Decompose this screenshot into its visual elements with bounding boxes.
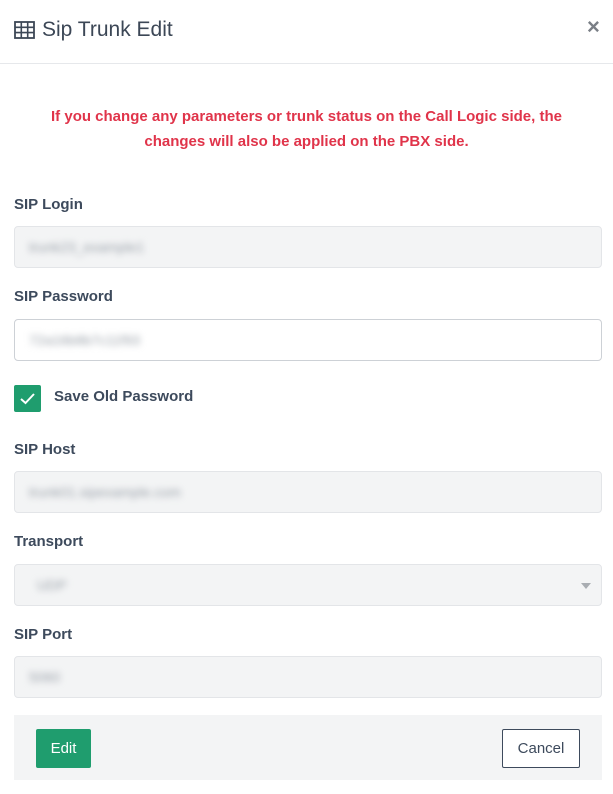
sip-port-value: 5060 <box>29 669 61 685</box>
save-old-password-label: Save Old Password <box>54 388 194 405</box>
warning-line-1: If you change any parameters or trunk st… <box>51 108 562 125</box>
sip-password-value: 72a16b8b7c11f93 <box>29 332 141 348</box>
sip-login-field: trunk23_example1 <box>14 226 602 268</box>
cancel-button[interactable]: Cancel <box>502 729 580 768</box>
sip-host-value: trunk01.sipexample.com <box>29 484 181 500</box>
warning-line-2: changes will also be applied on the PBX … <box>144 133 469 150</box>
sip-password-field[interactable]: 72a16b8b7c11f93 <box>14 319 602 361</box>
sip-port-field: 5060 <box>14 656 602 698</box>
sip-login-value: trunk23_example1 <box>29 239 145 255</box>
checkmark-icon <box>20 393 35 405</box>
modal-title: Sip Trunk Edit <box>42 18 173 41</box>
save-old-password-checkbox[interactable] <box>14 385 41 412</box>
transport-value: UDP <box>37 577 67 593</box>
transport-select: UDP <box>14 564 602 606</box>
transport-label: Transport <box>14 533 84 550</box>
close-icon[interactable]: × <box>587 16 600 38</box>
sip-host-label: SIP Host <box>14 441 76 458</box>
sip-host-field: trunk01.sipexample.com <box>14 471 602 513</box>
modal-header: Sip Trunk Edit × <box>0 0 613 64</box>
warning-message: If you change any parameters or trunk st… <box>20 104 593 154</box>
modal-footer: Edit Cancel <box>14 715 602 780</box>
sip-trunk-edit-modal: Sip Trunk Edit × If you change any param… <box>0 0 613 794</box>
sip-password-label: SIP Password <box>14 288 113 305</box>
table-grid-icon <box>14 21 35 39</box>
sip-port-label: SIP Port <box>14 626 73 643</box>
edit-button[interactable]: Edit <box>36 729 91 768</box>
sip-login-label: SIP Login <box>14 196 83 213</box>
chevron-down-icon <box>581 583 591 589</box>
